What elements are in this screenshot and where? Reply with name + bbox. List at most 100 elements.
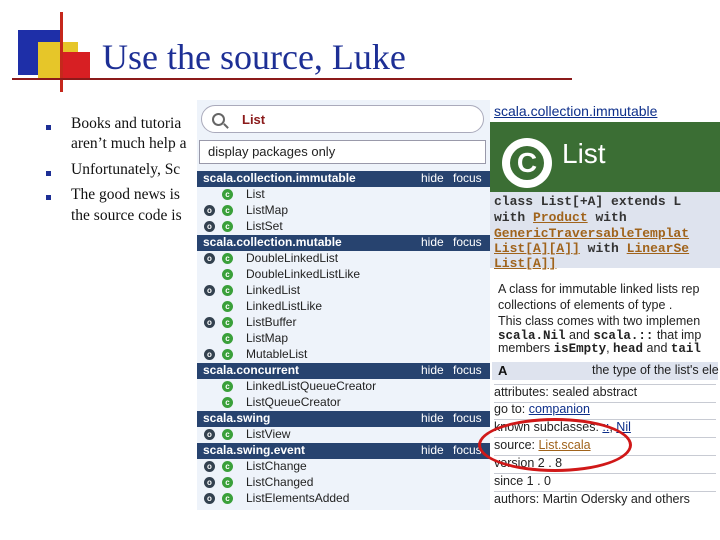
filter-label: display packages only [208, 144, 336, 159]
list-item[interactable]: c List [197, 187, 490, 203]
description-line: A class for immutable linked lists rep [498, 282, 700, 296]
list-item[interactable]: o c ListElementsAdded [197, 491, 490, 507]
package-header: scala.swing.event hide focus [197, 443, 490, 459]
package-list: scala.collection.immutable hide focus c List… [197, 171, 490, 510]
list-item[interactable]: o c MutableList [197, 347, 490, 363]
code-text: isEmpty [553, 342, 607, 356]
package-header: scala.concurrent hide focus [197, 363, 490, 379]
bullet-text: aren’t much help a [71, 135, 187, 152]
list-item[interactable]: o c ListChanged [197, 475, 490, 491]
object-icon: o [204, 317, 215, 328]
focus-button[interactable]: focus [453, 171, 482, 185]
class-icon: c [222, 317, 233, 328]
class-icon: c [222, 333, 233, 344]
package-header: scala.swing hide focus [197, 411, 490, 427]
list-type-link[interactable]: List[A][A]] [494, 241, 580, 256]
focus-button[interactable]: focus [453, 235, 482, 249]
list-item[interactable]: o c ListView [197, 427, 490, 443]
search-icon [212, 113, 225, 126]
class-icon: c [222, 381, 233, 392]
focus-button[interactable]: focus [453, 411, 482, 425]
list-item[interactable]: o c ListBuffer [197, 315, 490, 331]
list-item[interactable]: c LinkedListQueueCreator [197, 379, 490, 395]
class-icon: c [222, 269, 233, 280]
description-text: and [565, 328, 594, 342]
class-icon: c [222, 397, 233, 408]
object-icon: o [204, 221, 215, 232]
bullet-marker [46, 171, 51, 176]
companion-link[interactable]: companion [529, 402, 590, 416]
list-item[interactable]: o c LinkedList [197, 283, 490, 299]
description-line: This class comes with two implemen [498, 314, 701, 328]
hide-button[interactable]: hide [421, 171, 444, 185]
list-item[interactable]: c LinkedListLike [197, 299, 490, 315]
package-name[interactable]: scala.concurrent [203, 363, 299, 377]
class-icon: c [222, 285, 233, 296]
signature-line: class List[+A] extends L [494, 194, 681, 209]
entry-label: ListView [246, 427, 291, 441]
class-icon: c [222, 189, 233, 200]
object-icon: o [204, 429, 215, 440]
signature-box: class List[+A] extends L with Product wi… [490, 192, 720, 271]
list-type-link[interactable]: List[A]] [494, 256, 556, 271]
description-line: members isEmpty, head and tail [498, 341, 701, 356]
package-name[interactable]: scala.collection.mutable [203, 235, 342, 249]
generic-traversable-template-link[interactable]: GenericTraversableTemplat [494, 226, 689, 241]
code-text: tail [670, 342, 701, 356]
bullet-marker [46, 125, 51, 130]
list-item[interactable]: o c DoubleLinkedList [197, 251, 490, 267]
signature-text: with [587, 241, 619, 256]
entry-label: ListChange [246, 459, 307, 473]
bullet-text: Books and tutoria [71, 115, 182, 132]
signature-line: List[A]] [494, 256, 556, 271]
class-icon: c [222, 221, 233, 232]
display-packages-only-toggle[interactable]: display packages only [199, 140, 486, 164]
entry-label: ListMap [246, 203, 289, 217]
search-value: List [242, 112, 266, 127]
list-item[interactable]: o c ListMap [197, 203, 490, 219]
search-input[interactable]: List [201, 105, 484, 133]
hide-button[interactable]: hide [421, 363, 444, 377]
hide-button[interactable]: hide [421, 235, 444, 249]
hide-button[interactable]: hide [421, 443, 444, 457]
list-item[interactable]: o c ListSet [197, 219, 490, 235]
signature-text: with [595, 210, 627, 225]
linear-seq-link[interactable]: LinearSe [627, 241, 689, 256]
entry-label: LinkedListLike [246, 299, 323, 313]
object-icon: o [204, 285, 215, 296]
object-icon: o [204, 461, 215, 472]
bullet-text: the source code is [71, 207, 182, 224]
package-name[interactable]: scala.collection.immutable [203, 171, 356, 185]
class-icon: c [222, 253, 233, 264]
hide-button[interactable]: hide [421, 411, 444, 425]
signature-line: GenericTraversableTemplat [494, 226, 689, 241]
class-badge-icon: C [502, 138, 552, 188]
slide-title: Use the source, Luke [102, 37, 406, 77]
list-item[interactable]: c ListMap [197, 331, 490, 347]
focus-button[interactable]: focus [453, 363, 482, 377]
class-icon: c [222, 301, 233, 312]
title-underline [12, 78, 572, 80]
list-item[interactable]: c DoubleLinkedListLike [197, 267, 490, 283]
product-link[interactable]: Product [533, 210, 588, 225]
scaladoc-index-panel: List display packages only scala.collect… [197, 100, 490, 510]
list-item[interactable]: o c ListChange [197, 459, 490, 475]
class-icon: c [222, 429, 233, 440]
package-name[interactable]: scala.swing [203, 411, 270, 425]
type-param-name: A [498, 363, 508, 378]
attributes-line: attributes: sealed abstract [494, 385, 638, 399]
entry-label: DoubleLinkedList [246, 251, 339, 265]
doc-title: List [562, 138, 606, 169]
logo-vertical-line [60, 12, 63, 92]
type-param-row: A the type of the list's ele [492, 362, 719, 380]
class-icon: c [222, 349, 233, 360]
description-text: , [606, 341, 614, 355]
list-item[interactable]: c ListQueueCreator [197, 395, 490, 411]
breadcrumb[interactable]: scala.collection.immutable [494, 103, 657, 119]
package-name[interactable]: scala.swing.event [203, 443, 305, 457]
description-text: members [498, 341, 554, 355]
signature-text: class List[+A] extends L [494, 194, 682, 209]
class-icon: c [222, 477, 233, 488]
class-icon: c [222, 461, 233, 472]
entry-label: ListSet [246, 219, 283, 233]
